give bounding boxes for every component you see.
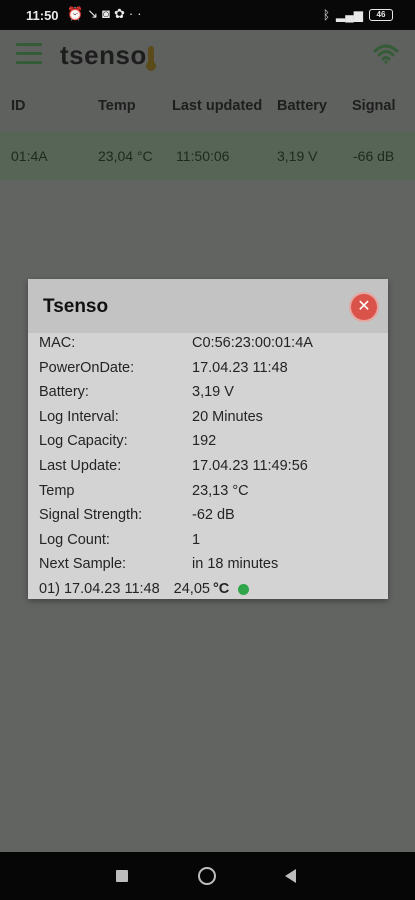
app-logo: tsenso — [60, 40, 156, 71]
log-count-label: Log Count: — [39, 531, 110, 548]
cellular-icon: ▂▄▆ — [336, 8, 363, 22]
wifi-icon[interactable] — [373, 43, 399, 65]
app-icon: ✿ — [113, 6, 129, 21]
mac-label: MAC: — [39, 335, 76, 351]
temp-value: 23,13 °C — [192, 482, 249, 499]
system-nav-bar — [0, 852, 415, 900]
cell-id: 01:4A — [11, 148, 48, 164]
header-temp: Temp — [98, 98, 136, 114]
status-time: 11:50 — [26, 8, 59, 23]
info-row-log-interval: Log Interval: 20 Minutes — [28, 407, 388, 432]
back-icon[interactable] — [285, 869, 296, 883]
info-row-mac: MAC: C0:56:23:00:01:4A — [28, 333, 388, 358]
dialog-title: Tsenso — [43, 296, 109, 317]
sensor-detail-dialog: Tsenso ✕ MAC: C0:56:23:00:01:4A PowerOnD… — [28, 279, 388, 599]
log-interval-label: Log Interval: — [39, 408, 119, 425]
info-row-last-update: Last Update: 17.04.23 11:49:56 — [28, 456, 388, 481]
log-interval-value: 20 Minutes — [192, 408, 263, 425]
cell-updated: 11:50:06 — [176, 148, 230, 164]
status-right: ᛒ ▂▄▆ 46 — [323, 8, 393, 22]
info-row-power-on-date: PowerOnDate: 17.04.23 11:48 — [28, 358, 388, 383]
dialog-header: Tsenso ✕ — [28, 279, 388, 333]
missed-call-icon: ↘ — [87, 6, 103, 21]
app-bar: tsenso — [0, 30, 415, 80]
log-entry-time: 01) 17.04.23 11:48 — [39, 581, 160, 597]
info-row-signal-strength: Signal Strength: -62 dB — [28, 505, 388, 530]
log-entry: 01) 17.04.23 11:48 24,05 °C — [39, 581, 250, 597]
thermometer-icon — [145, 46, 156, 71]
info-row-log-count: Log Count: 1 — [28, 530, 388, 555]
last-update-value: 17.04.23 11:49:56 — [192, 457, 308, 474]
cell-signal: -66 dB — [353, 148, 395, 164]
status-bar: 11:50 ⏰↘◙✿·· ᛒ ▂▄▆ 46 — [0, 0, 415, 30]
signal-strength-value: -62 dB — [192, 507, 235, 524]
info-row-log-capacity: Log Capacity: 192 — [28, 431, 388, 456]
log-capacity-value: 192 — [192, 433, 217, 450]
header-signal: Signal — [352, 98, 396, 114]
log-count-value: 1 — [192, 531, 201, 548]
power-on-date-value: 17.04.23 11:48 — [192, 359, 288, 376]
sensor-table-header: ID Temp Last updated Battery Signal — [0, 80, 415, 132]
notification-icons: ⏰↘◙✿·· — [67, 6, 146, 22]
battery-value: 3,19 V — [192, 384, 234, 401]
header-last-updated: Last updated — [172, 98, 263, 114]
menu-icon[interactable] — [16, 43, 42, 65]
battery-label: Battery: — [39, 384, 89, 401]
bluetooth-icon: ᛒ — [322, 8, 331, 22]
power-on-date-label: PowerOnDate: — [39, 359, 135, 376]
close-button[interactable]: ✕ — [351, 294, 377, 320]
log-entry-unit: °C — [212, 581, 230, 597]
signal-strength-label: Signal Strength: — [39, 507, 143, 524]
log-entry-temp: 24,05 — [173, 581, 210, 597]
more-dots-icon: ·· — [128, 6, 146, 21]
info-row-battery: Battery: 3,19 V — [28, 382, 388, 407]
info-row-next-sample: Next Sample: in 18 minutes — [28, 554, 388, 579]
log-capacity-label: Log Capacity: — [39, 433, 128, 450]
header-battery: Battery — [277, 98, 327, 114]
header-id: ID — [11, 98, 26, 114]
dialog-info-list: MAC: C0:56:23:00:01:4A PowerOnDate: 17.0… — [28, 333, 388, 579]
next-sample-value: in 18 minutes — [192, 556, 279, 573]
status-dot-icon — [238, 583, 250, 595]
battery-icon: 46 — [369, 9, 393, 21]
cell-temp: 23,04 °C — [98, 148, 153, 164]
close-icon: ✕ — [357, 298, 371, 315]
gamepad-icon: ◙ — [102, 6, 114, 21]
home-icon[interactable] — [198, 867, 216, 885]
info-row-temp: Temp 23,13 °C — [28, 481, 388, 506]
table-row[interactable]: 01:4A 23,04 °C 11:50:06 3,19 V -66 dB — [0, 132, 415, 180]
next-sample-label: Next Sample: — [39, 556, 127, 573]
alarm-icon: ⏰ — [67, 6, 88, 21]
temp-label: Temp — [39, 482, 75, 499]
last-update-label: Last Update: — [39, 457, 122, 474]
recents-icon[interactable] — [116, 870, 128, 882]
cell-battery: 3,19 V — [277, 148, 318, 164]
mac-value: C0:56:23:00:01:4A — [192, 335, 313, 351]
